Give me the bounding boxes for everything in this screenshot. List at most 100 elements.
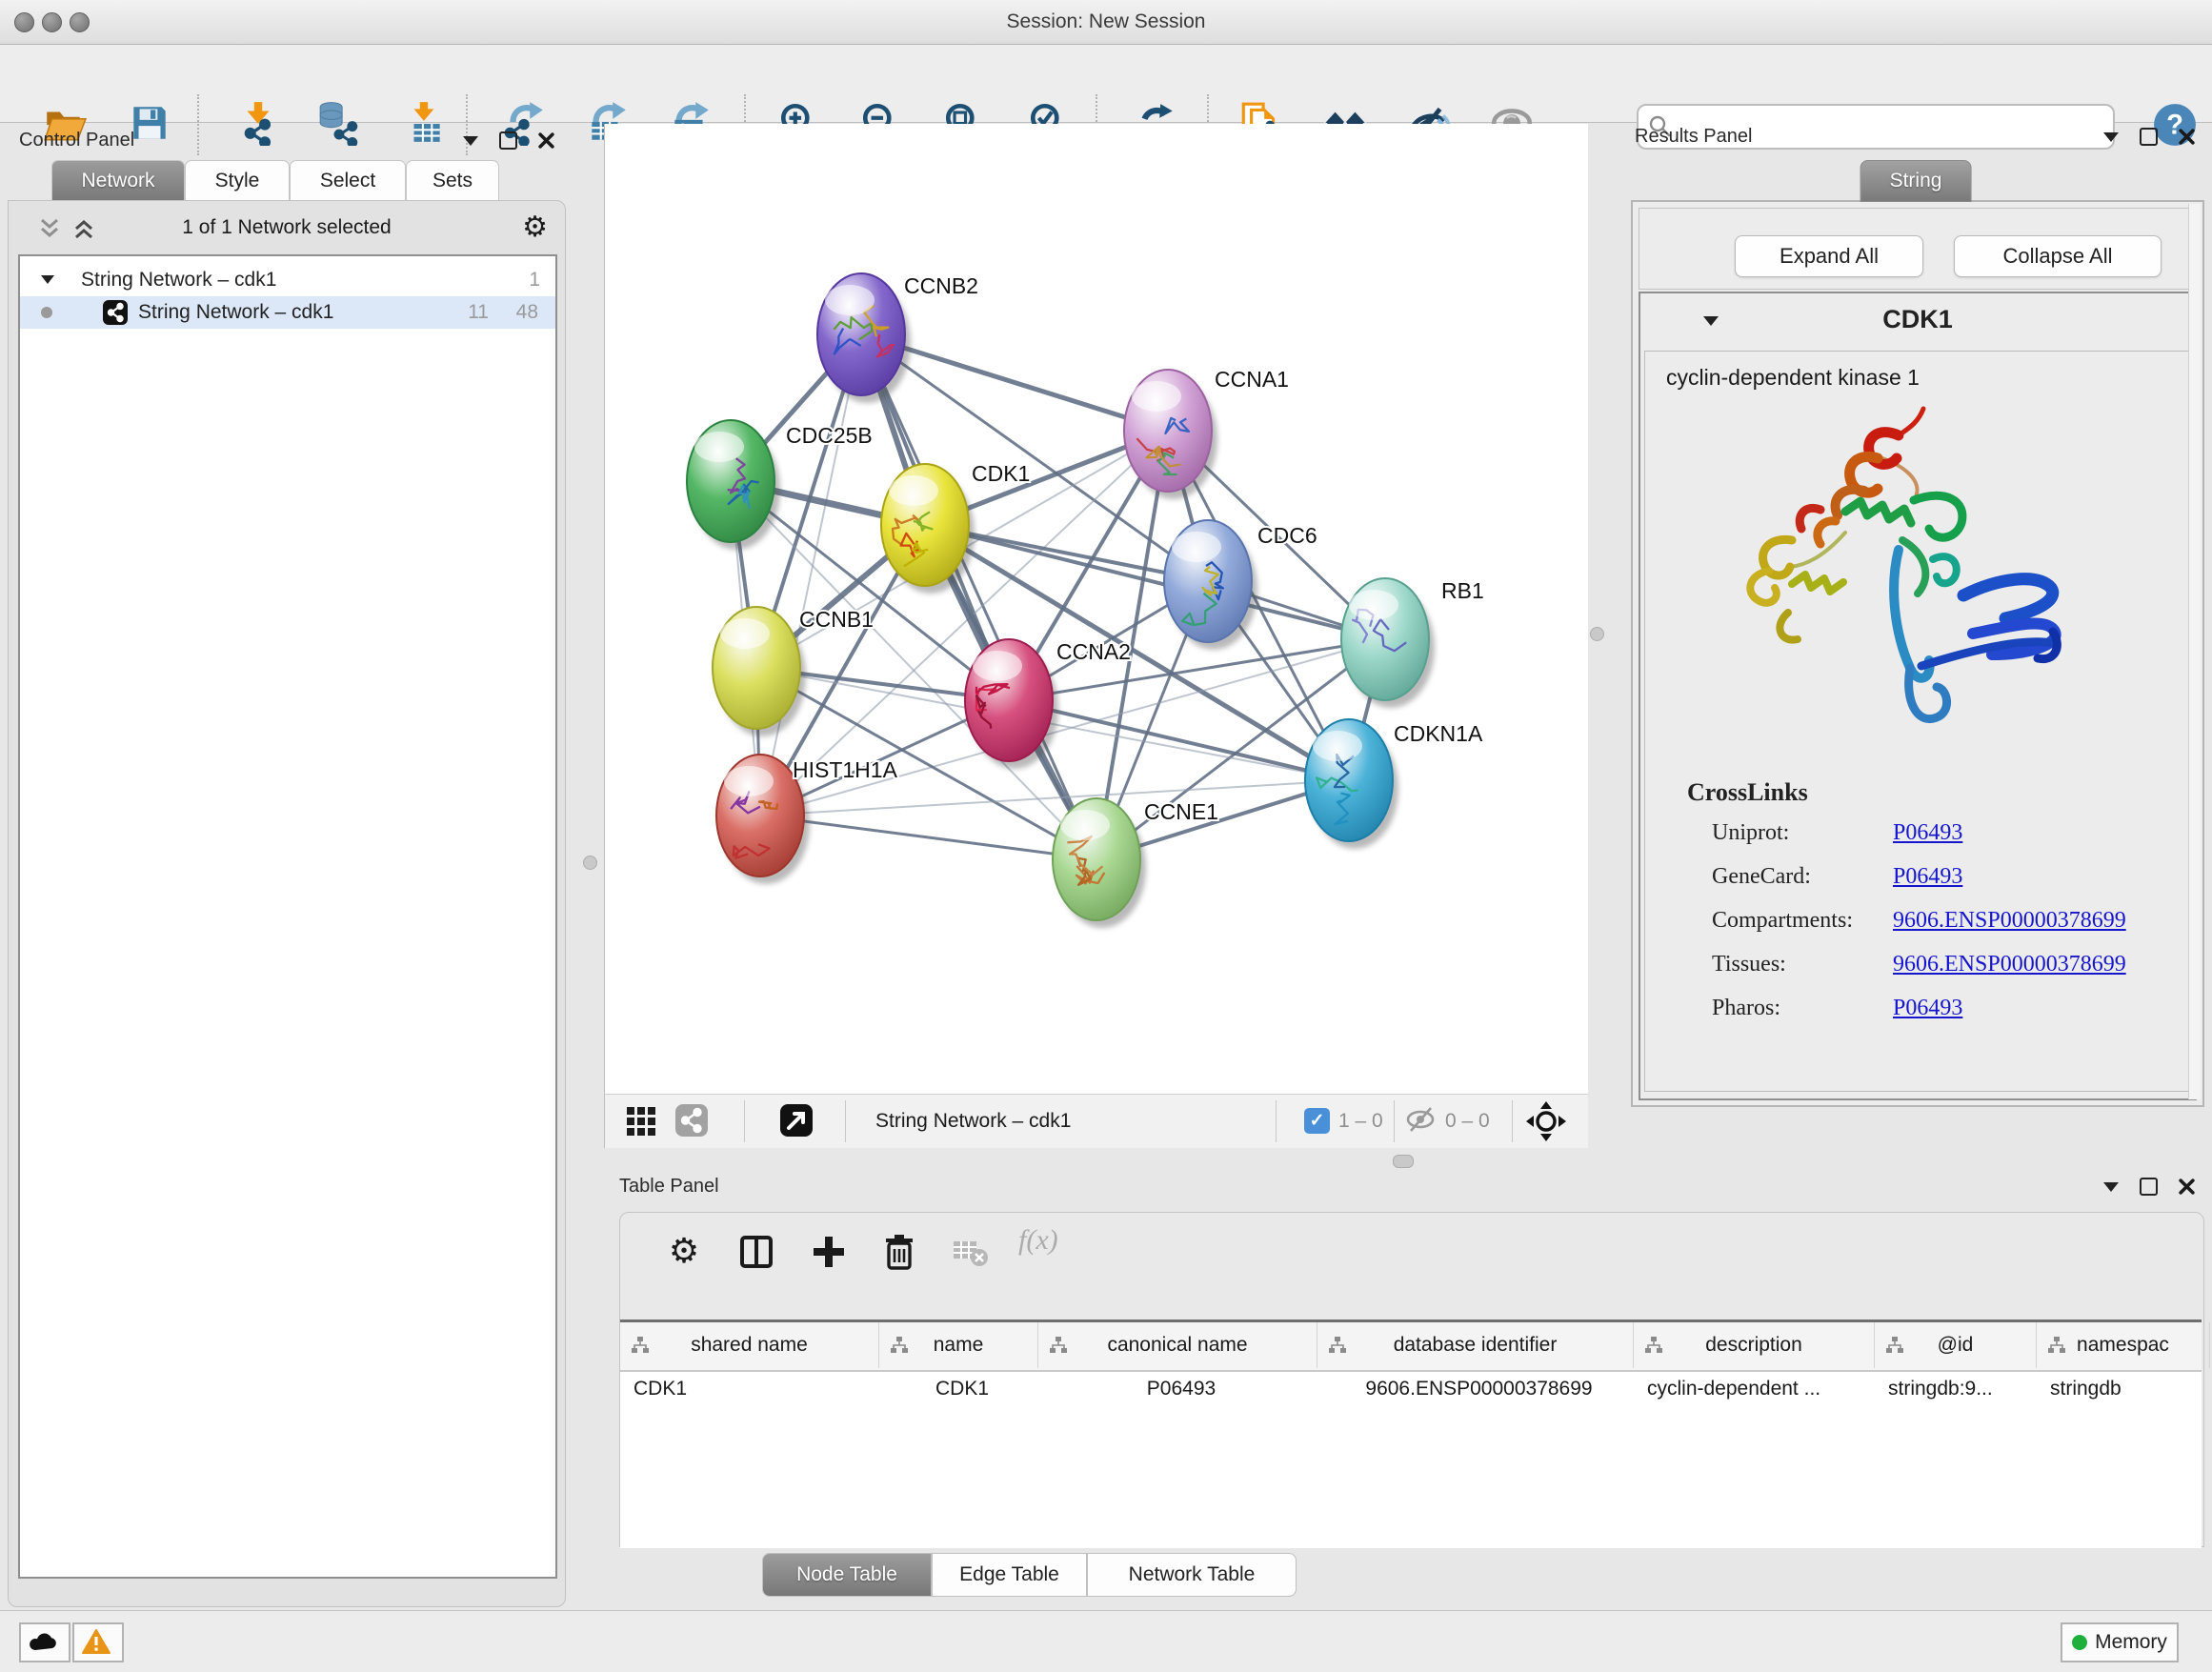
string-results-box: Expand All Collapse All CDK1 cyclin-depe… (1631, 200, 2204, 1107)
column-header-database-identifier[interactable]: database identifier (1317, 1322, 1634, 1368)
tab-sets[interactable]: Sets (406, 160, 499, 201)
control-panel-title: Control Panel (19, 130, 134, 151)
network-selection-status: 1 of 1 Network selected (9, 216, 565, 239)
tab-network[interactable]: Network (51, 160, 185, 201)
cell-description: cyclin-dependent ... (1647, 1378, 1868, 1406)
hidden-eye-icon (1405, 1105, 1438, 1134)
close-window-icon[interactable] (14, 12, 34, 32)
delete-icon[interactable] (877, 1230, 921, 1274)
tab-node-table[interactable]: Node Table (762, 1553, 932, 1597)
columns-icon[interactable] (734, 1230, 778, 1274)
left-splitter-handle[interactable] (583, 856, 597, 870)
network-collection-row[interactable]: String Network – cdk1 1 (20, 264, 555, 296)
network-edge-count: 48 (516, 296, 538, 329)
node-CDKN1A[interactable] (1305, 719, 1398, 849)
panel-menu-icon[interactable] (2103, 132, 2119, 142)
expand-all-button[interactable]: Expand All (1735, 235, 1923, 277)
network-options-gear-icon[interactable]: ⚙ (522, 212, 548, 244)
node-label-HIST1H1A: HIST1H1A (793, 757, 898, 782)
column-header-canonical-name[interactable]: canonical name (1038, 1322, 1317, 1368)
crosslink-label: Tissues: (1712, 952, 1786, 977)
close-panel-icon[interactable] (2179, 129, 2195, 145)
warning-icon (81, 1628, 111, 1655)
network-view-icon[interactable] (674, 1102, 710, 1138)
protein-section: CDK1 cyclin-dependent kinase 1 (1639, 292, 2197, 1100)
network-view-canvas[interactable]: CCNB2CCNA1CDC25BCDK1CDC6RB1CCNB1CCNA2CDK… (604, 124, 1588, 1094)
node-label-CDKN1A: CDKN1A (1394, 721, 1483, 746)
function-icon[interactable]: f(x) (1018, 1224, 1095, 1268)
column-header-name[interactable]: name (879, 1322, 1038, 1368)
node-CCNA2[interactable] (965, 639, 1058, 769)
panel-menu-icon[interactable] (463, 136, 478, 146)
table-panel-title: Table Panel (619, 1176, 719, 1198)
collection-label: String Network – cdk1 (81, 264, 276, 296)
tab-style[interactable]: Style (185, 160, 290, 201)
warnings-button[interactable] (72, 1622, 124, 1662)
main-toolbar: ? (0, 45, 2212, 123)
table-tabs: Node TableEdge TableNetwork Table (604, 1553, 2212, 1597)
add-column-icon[interactable] (807, 1230, 851, 1274)
node-label-CDK1: CDK1 (972, 461, 1030, 486)
memory-status-dot-icon (2072, 1635, 2087, 1650)
cloud-button[interactable] (19, 1622, 70, 1662)
fit-selected-crosshair-icon[interactable] (1525, 1100, 1567, 1142)
edge-CCNB2-HIST1H1A[interactable] (760, 334, 861, 816)
node-CCNB1[interactable] (713, 607, 806, 736)
node-label-CCNB2: CCNB2 (904, 273, 978, 298)
bottom-splitter-handle[interactable] (1393, 1155, 1414, 1168)
crosslink-row: Compartments:9606.ENSP00000378699 (1712, 908, 2169, 952)
collection-count: 1 (529, 264, 540, 296)
tab-string[interactable]: String (1860, 160, 1972, 202)
node-CCNB2[interactable] (817, 273, 911, 403)
tab-select[interactable]: Select (290, 160, 406, 201)
protein-section-header[interactable]: CDK1 (1640, 293, 2195, 351)
crosslink-link[interactable]: 9606.ENSP00000378699 (1893, 952, 2126, 977)
node-CCNE1[interactable] (1053, 798, 1146, 928)
close-panel-icon[interactable] (2179, 1178, 2195, 1195)
column-header-namespac[interactable]: namespac (2037, 1322, 2210, 1368)
memory-button[interactable]: Memory (2061, 1622, 2179, 1662)
network-row-selected[interactable]: String Network – cdk1 11 48 (20, 296, 555, 329)
column-header-description[interactable]: description (1634, 1322, 1875, 1368)
edge-CCNA2-CDKN1A[interactable] (1009, 700, 1349, 780)
node-CDC6[interactable] (1164, 520, 1257, 650)
birds-eye-view-icon[interactable] (778, 1102, 814, 1138)
delete-table-icon[interactable] (948, 1230, 992, 1274)
tab-edge-table[interactable]: Edge Table (932, 1553, 1087, 1597)
results-scrollbar[interactable] (2188, 204, 2201, 1099)
collection-expand-icon[interactable] (41, 275, 54, 284)
zoom-window-icon[interactable] (70, 12, 90, 32)
network-list: String Network – cdk1 1 String Network –… (18, 254, 557, 1579)
column-header-shared-name[interactable]: shared name (620, 1322, 879, 1368)
column-header-@id[interactable]: @id (1875, 1322, 2037, 1368)
crosslink-label: GeneCard: (1712, 864, 1811, 890)
crosslink-link[interactable]: P06493 (1893, 864, 1962, 890)
close-panel-icon[interactable] (538, 132, 554, 149)
title-bar: Session: New Session (0, 0, 2212, 45)
float-panel-icon[interactable] (2140, 1178, 2158, 1196)
hidden-count: 0 – 0 (1445, 1102, 1490, 1140)
edge-CCNE1-HIST1H1A[interactable] (760, 816, 1096, 859)
crosslink-link[interactable]: 9606.ENSP00000378699 (1893, 908, 2126, 934)
node-label-CDC25B: CDC25B (786, 423, 873, 448)
float-panel-icon[interactable] (2140, 128, 2158, 146)
current-network-dot-icon (41, 307, 52, 318)
crosslink-link[interactable]: P06493 (1893, 820, 1962, 846)
crosslink-link[interactable]: P06493 (1893, 996, 1962, 1021)
node-RB1[interactable] (1341, 578, 1435, 708)
panel-menu-icon[interactable] (2103, 1182, 2119, 1192)
collapse-all-button[interactable]: Collapse All (1954, 235, 2162, 277)
node-table[interactable]: shared namenamecanonical namedatabase id… (620, 1319, 2202, 1548)
grid-view-icon[interactable] (624, 1102, 660, 1138)
gear-icon[interactable]: ⚙ (662, 1230, 706, 1274)
selected-indicator-checkbox[interactable]: ✓ (1304, 1108, 1330, 1134)
minimize-window-icon[interactable] (42, 12, 62, 32)
tab-network-table[interactable]: Network Table (1087, 1553, 1297, 1597)
crosslink-row: Tissues: 9606.ENSP00000378699 (1712, 952, 2169, 996)
node-label-CCNB1: CCNB1 (799, 607, 874, 632)
right-splitter-handle[interactable] (1590, 627, 1604, 641)
protein-details: cyclin-dependent kinase 1 (1644, 351, 2189, 1092)
string-network-graph[interactable]: CCNB2CCNA1CDC25BCDK1CDC6RB1CCNB1CCNA2CDK… (605, 124, 1588, 1094)
float-panel-icon[interactable] (499, 131, 517, 150)
crosslink-row: Uniprot:P06493 (1712, 820, 2169, 864)
